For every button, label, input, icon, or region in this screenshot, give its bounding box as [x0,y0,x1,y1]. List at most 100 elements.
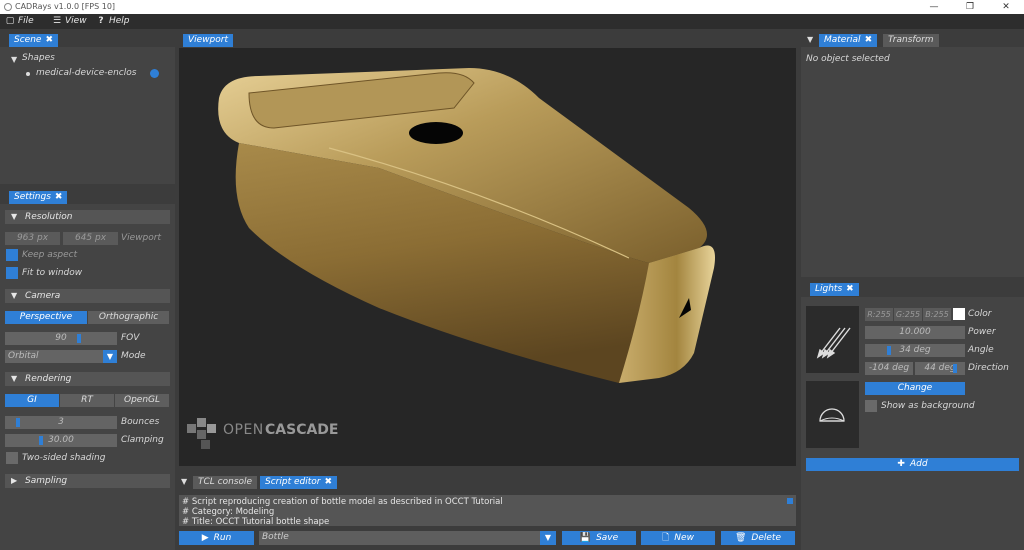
plus-icon: ✚ [897,459,905,469]
slider-handle[interactable] [39,436,43,445]
fit-to-window-checkbox[interactable] [6,267,18,279]
window-title: CADRays v1.0.0 [FPS 10] [15,2,116,11]
section-camera[interactable]: ▼ Camera [5,289,170,303]
resolution-height-field[interactable]: 645 px [63,232,118,245]
close-icon[interactable]: ✖ [55,192,63,202]
clamping-label: Clamping [121,435,164,445]
collapse-arrow-icon: ▼ [11,291,18,300]
color-r-field[interactable]: R:255 [865,308,893,321]
help-icon: ? [98,16,104,26]
change-button[interactable]: Change [865,382,965,395]
slider-handle[interactable] [77,334,81,343]
chevron-down-icon[interactable]: ▼ [540,531,556,545]
close-icon[interactable]: ✖ [846,284,854,294]
minimize-button[interactable]: — [916,0,952,14]
slider-handle[interactable] [16,418,20,427]
environment-light-thumb[interactable] [806,381,859,448]
tab-viewport[interactable]: Viewport [183,34,234,47]
two-sided-checkbox[interactable] [6,452,18,464]
clamping-slider[interactable]: 30.00 [5,434,117,447]
run-button[interactable]: ▶ Run [179,531,254,545]
tab-tcl-console[interactable]: TCL console [193,476,258,489]
new-button[interactable]: 🗋 New [641,531,715,545]
logo-cubes-icon [187,418,216,449]
script-line: # Script reproducing creation of bottle … [182,497,503,507]
tree-root-shapes[interactable]: Shapes [22,52,55,65]
tree-item-shape[interactable]: medical-device-enclos [36,67,136,80]
color-swatch[interactable] [953,308,965,320]
bounces-label: Bounces [121,417,160,427]
direction-label: Direction [968,363,1009,373]
save-button[interactable]: 💾 Save [562,531,636,545]
section-resolution[interactable]: ▼ Resolution [5,210,170,224]
viewport-canvas[interactable]: OPEN CASCADE [179,48,796,466]
keep-aspect-checkbox[interactable] [6,249,18,261]
script-editor-text[interactable]: # Script reproducing creation of bottle … [179,495,796,526]
expand-arrow-icon[interactable]: ▼ [11,55,17,64]
directional-light-thumb[interactable] [806,306,859,373]
save-icon: 💾 [579,533,592,543]
script-select[interactable]: Bottle ▼ [259,531,556,545]
color-g-field[interactable]: G:255 [894,308,922,321]
settings-body: ▼ Resolution 963 px 645 px Viewport Keep … [0,204,175,550]
close-icon[interactable]: ✖ [324,477,332,487]
chevron-down-icon[interactable]: ▼ [103,350,117,363]
file-icon: ▢ [5,16,15,26]
bullet-icon [26,72,30,76]
panel-menu-icon[interactable]: ▼ [807,35,813,44]
two-sided-label: Two-sided shading [22,453,106,463]
maximize-button[interactable]: ❐ [952,0,988,14]
material-panel: ▼ Material ✖ Transform No object selected [801,29,1024,277]
opengl-button[interactable]: OpenGL [115,394,169,407]
scrollbar[interactable] [787,498,793,504]
fit-to-window-label: Fit to window [22,268,83,278]
panel-menu-icon[interactable]: ▼ [181,477,187,486]
angle-slider[interactable]: 34 deg [865,344,965,357]
mode-dropdown[interactable]: Orbital ▼ [5,350,117,363]
selection-status: No object selected [806,54,890,64]
add-light-button[interactable]: ✚ Add [806,458,1019,471]
rt-button[interactable]: RT [60,394,114,407]
fov-slider[interactable]: 90 [5,332,117,345]
tab-settings[interactable]: Settings ✖ [9,191,68,204]
close-icon[interactable]: ✖ [45,35,53,45]
color-b-field[interactable]: B:255 [923,308,951,321]
rendered-model [218,68,715,383]
gi-button[interactable]: GI [5,394,59,407]
visibility-dot-icon[interactable] [150,69,159,78]
lights-body: R:255 G:255 B:255 Color 10.000 Power 34 … [801,297,1024,550]
perspective-button[interactable]: Perspective [5,311,87,324]
expand-arrow-icon: ▶ [11,476,18,485]
section-rendering[interactable]: ▼ Rendering [5,372,170,386]
section-sampling[interactable]: ▶ Sampling [5,474,170,488]
new-file-icon: 🗋 [662,533,670,543]
delete-button[interactable]: 🗑 Delete [721,531,795,545]
power-label: Power [968,327,996,337]
menu-file[interactable]: ▢ File [5,15,34,28]
tab-transform[interactable]: Transform [883,34,939,47]
orthographic-button[interactable]: Orthographic [88,311,169,324]
scene-tree: ▼ Shapes medical-device-enclos [0,47,175,184]
menu-view[interactable]: ☰ View [52,15,87,28]
material-body: No object selected [801,47,1024,277]
direction-x-field[interactable]: -104 deg [865,362,913,375]
menu-help[interactable]: ? Help [96,15,129,28]
opencascade-logo: OPEN CASCADE [185,412,345,452]
slider-handle[interactable] [887,346,891,355]
slider-handle[interactable] [953,364,957,373]
close-button[interactable]: ✕ [988,0,1024,14]
power-field[interactable]: 10.000 [865,326,965,339]
show-background-checkbox[interactable] [865,400,877,412]
tab-scene[interactable]: Scene ✖ [9,34,58,47]
bounces-slider[interactable]: 3 [5,416,117,429]
close-icon[interactable]: ✖ [865,35,873,45]
app-icon [4,3,12,11]
title-bar: CADRays v1.0.0 [FPS 10] — ❐ ✕ [0,0,1024,14]
direction-y-field[interactable]: 44 deg [915,362,965,375]
tab-material[interactable]: Material ✖ [819,34,878,47]
tab-lights[interactable]: Lights ✖ [810,283,859,296]
settings-panel: Settings ✖ ▼ Resolution 963 px 645 px View… [0,186,175,550]
resolution-width-field[interactable]: 963 px [5,232,60,245]
tab-script-editor[interactable]: Script editor ✖ [260,476,337,489]
angle-label: Angle [968,345,994,355]
